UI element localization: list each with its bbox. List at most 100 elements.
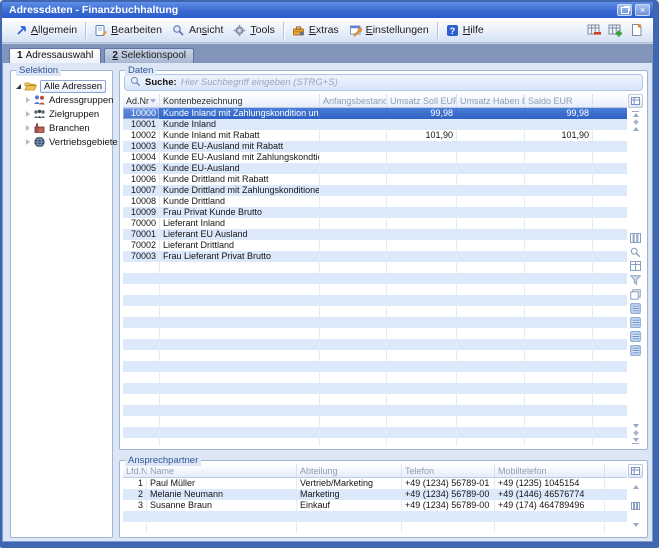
empty-row xyxy=(123,361,627,372)
cell xyxy=(320,119,387,130)
cell xyxy=(320,416,387,427)
menu-einstellungen[interactable]: Einstellungen xyxy=(344,22,434,38)
column-header-umsatz-soll[interactable]: Umsatz Soll EUR xyxy=(387,94,457,107)
table-row[interactable]: 70001Lieferant EU Ausland xyxy=(123,229,627,240)
table-row[interactable]: 70003Frau Lieferant Privat Brutto xyxy=(123,251,627,262)
list-view-icon-1[interactable] xyxy=(629,302,642,314)
table-row[interactable]: 10003Kunde EU-Ausland mit Rabatt xyxy=(123,141,627,152)
restore-button[interactable] xyxy=(617,4,632,16)
cell xyxy=(320,196,387,207)
table-row[interactable]: 10007Kunde Drittland mit Zahlungskonditi… xyxy=(123,185,627,196)
columns-icon[interactable] xyxy=(629,232,642,244)
search-bar: Suche: xyxy=(124,74,643,91)
tree-item-adressgruppen[interactable]: Adressgruppen xyxy=(26,93,110,107)
scroll-up2-icon[interactable] xyxy=(633,127,639,131)
summary-icon[interactable] xyxy=(629,260,642,272)
table-row[interactable]: 1Paul MüllerVertrieb/Marketing+49 (1234)… xyxy=(123,478,627,489)
tab-adressauswahl[interactable]: 1Adressauswahl xyxy=(9,48,101,63)
scroll-marker-icon[interactable] xyxy=(633,119,639,125)
tree-collapsed-icon[interactable] xyxy=(26,125,30,131)
ansprechpartner-groupbox: Ansprechpartner Lfd.Nr. Name Abteilung T… xyxy=(119,460,648,538)
cell: 70003 xyxy=(123,251,160,262)
target-group-icon xyxy=(33,108,46,120)
tree-collapsed-icon[interactable] xyxy=(26,111,30,117)
close-icon: × xyxy=(640,6,645,15)
toolbox-icon xyxy=(292,24,305,36)
table-row[interactable]: 10002Kunde Inland mit Rabatt101,90101,90 xyxy=(123,130,627,141)
cell xyxy=(457,185,525,196)
table-row[interactable]: 70000Lieferant Inland xyxy=(123,218,627,229)
table-row[interactable]: 10008Kunde Drittland xyxy=(123,196,627,207)
menu-extras[interactable]: Extras xyxy=(287,22,344,38)
tree-item-branchen[interactable]: Branchen xyxy=(26,121,110,135)
cell xyxy=(402,511,495,522)
cell xyxy=(387,262,457,273)
menu-bearbeiten[interactable]: Bearbeiten xyxy=(89,22,167,38)
scroll-last-icon[interactable] xyxy=(633,438,639,442)
column-header-kontenbezeichnung[interactable]: Kontenbezeichnung xyxy=(160,94,320,107)
menu-tools[interactable]: Tools xyxy=(228,22,280,38)
tree-item-zielgruppen[interactable]: Zielgruppen xyxy=(26,107,110,121)
cell xyxy=(123,273,160,284)
search-input[interactable] xyxy=(181,77,637,88)
table-row[interactable]: 10000Kunde Inland mit Zahlungskondition … xyxy=(123,108,627,119)
table-row[interactable]: 10001Kunde Inland xyxy=(123,119,627,130)
column-header-adnr[interactable]: Ad.Nr xyxy=(123,94,160,107)
tree-item-alle-adressen[interactable]: Alle Adressen xyxy=(16,79,110,93)
scroll-up-icon[interactable] xyxy=(633,485,639,489)
cell: Kunde EU-Ausland mit Zahlungskondtionen xyxy=(160,152,320,163)
close-button[interactable]: × xyxy=(635,4,650,16)
scroll-marker-icon[interactable] xyxy=(633,430,639,436)
empty-row xyxy=(123,284,627,295)
column-header-telefon[interactable]: Telefon xyxy=(402,464,495,477)
list-view-icon-2[interactable] xyxy=(629,316,642,328)
tab-selektionspool[interactable]: 2Selektionspool xyxy=(104,48,194,63)
table-row[interactable]: 70002Lieferant Drittland xyxy=(123,240,627,251)
column-header-abteilung[interactable]: Abteilung xyxy=(297,464,402,477)
filter-icon[interactable] xyxy=(629,274,642,286)
accounts-table-body: 10000Kunde Inland mit Zahlungskondition … xyxy=(123,108,627,446)
tree-item-vertriebsgebiete[interactable]: Vertriebsgebiete xyxy=(26,135,110,149)
search-rows-icon[interactable] xyxy=(629,246,642,258)
table-add-button[interactable] xyxy=(607,23,623,38)
export-icon[interactable] xyxy=(629,288,642,300)
menu-allgemein[interactable]: Allgemein xyxy=(9,22,82,38)
column-header-umsatz-haben[interactable]: Umsatz Haben EUR xyxy=(457,94,525,107)
toolbar-right-icons xyxy=(586,23,646,38)
tree-collapsed-icon[interactable] xyxy=(26,139,30,145)
column-header-saldo[interactable]: Saldo EUR xyxy=(525,94,593,107)
column-chooser-button[interactable] xyxy=(628,464,643,478)
tree-expanded-icon[interactable] xyxy=(16,84,21,89)
list-view-icon-4[interactable] xyxy=(629,344,642,356)
cell xyxy=(160,328,320,339)
column-header-anfangsbestand[interactable]: Anfangsbestand EUR xyxy=(320,94,387,107)
scroll-down-icon[interactable] xyxy=(633,523,639,527)
selektion-group-label: Selektion xyxy=(16,65,61,76)
cell-filler xyxy=(605,478,627,489)
scroll-up-icon[interactable] xyxy=(633,113,639,117)
menu-hilfe[interactable]: ? Hilfe xyxy=(441,22,489,38)
table-row[interactable]: 10009Frau Privat Kunde Brutto xyxy=(123,207,627,218)
table-row[interactable]: 10005Kunde EU-Ausland xyxy=(123,163,627,174)
table-row[interactable]: 3Susanne BraunEinkauf+49 (1234) 56789-00… xyxy=(123,500,627,511)
table-row[interactable]: 10006Kunde Drittland mit Rabatt xyxy=(123,174,627,185)
cell xyxy=(160,361,320,372)
cell xyxy=(457,372,525,383)
menu-ansicht[interactable]: Ansicht xyxy=(167,22,228,38)
table-row[interactable]: 2Melanie NeumannMarketing+49 (1234) 5678… xyxy=(123,489,627,500)
tree-collapsed-icon[interactable] xyxy=(26,97,30,103)
cell-filler xyxy=(593,295,627,306)
table-remove-button[interactable] xyxy=(586,23,602,38)
cell xyxy=(320,317,387,328)
cell xyxy=(160,273,320,284)
column-chooser-button[interactable] xyxy=(628,94,643,108)
new-document-button[interactable] xyxy=(628,23,644,38)
table-row[interactable]: 10004Kunde EU-Ausland mit Zahlungskondti… xyxy=(123,152,627,163)
cell xyxy=(160,394,320,405)
list-view-icon-3[interactable] xyxy=(629,330,642,342)
columns-icon[interactable] xyxy=(631,497,640,515)
scroll-down-icon[interactable] xyxy=(633,424,639,428)
cell: 10006 xyxy=(123,174,160,185)
column-header-mobiltelefon[interactable]: Mobiltelefon xyxy=(495,464,605,477)
scroll-first-icon[interactable] xyxy=(632,111,639,112)
